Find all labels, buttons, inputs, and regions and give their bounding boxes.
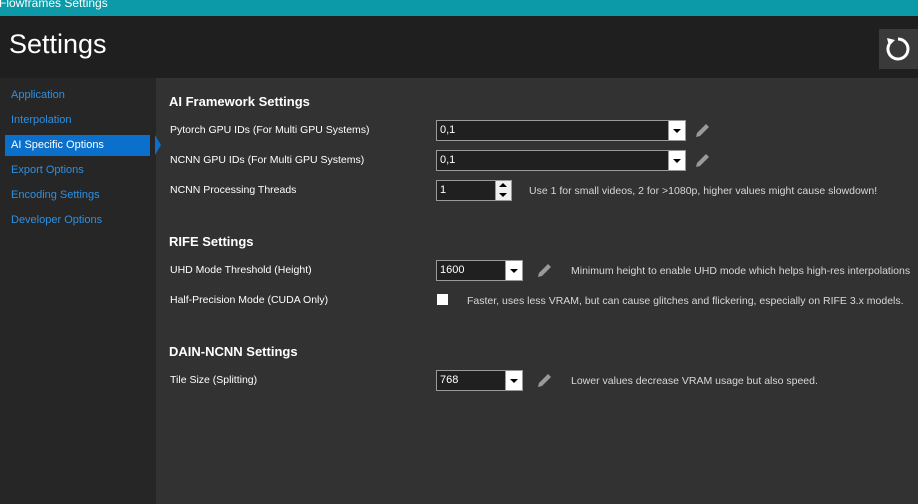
chevron-up-icon[interactable] — [499, 183, 507, 187]
sidebar-item-interpolation[interactable]: Interpolation — [5, 110, 150, 131]
sidebar-item-label: Interpolation — [11, 114, 72, 126]
stepper-buttons — [495, 181, 511, 200]
half-precision-checkbox[interactable] — [437, 294, 448, 305]
half-precision-hint: Faster, uses less VRAM, but can cause gl… — [467, 295, 904, 307]
ncnn-gpu-value: 0,1 — [440, 154, 456, 166]
sidebar-item-label: AI Specific Options — [11, 139, 104, 151]
uhd-threshold-hint: Minimum height to enable UHD mode which … — [571, 265, 911, 277]
sidebar-item-ai-specific-options[interactable]: AI Specific Options — [5, 135, 161, 156]
chevron-down-icon[interactable] — [499, 193, 507, 197]
ncnn-gpu-dropdown[interactable]: 0,1 — [436, 150, 686, 171]
window-title: Flowframes Settings — [0, 0, 108, 10]
tile-size-edit-pencil-icon[interactable] — [536, 371, 554, 389]
ncnn-threads-label: NCNN Processing Threads — [170, 184, 297, 196]
page-title: Settings — [9, 29, 107, 59]
settings-sidebar: Application Interpolation AI Specific Op… — [0, 78, 161, 504]
sidebar-item-label: Export Options — [11, 164, 84, 176]
page-header: Settings — [0, 16, 918, 78]
section-title-dain: DAIN-NCNN Settings — [169, 344, 298, 359]
uhd-threshold-edit-pencil-icon[interactable] — [536, 261, 554, 279]
sidebar-item-export-options[interactable]: Export Options — [5, 160, 150, 181]
section-title-ai-framework: AI Framework Settings — [169, 94, 310, 109]
pytorch-gpu-edit-pencil-icon[interactable] — [694, 121, 712, 139]
tile-size-label: Tile Size (Splitting) — [170, 374, 258, 386]
sidebar-item-developer-options[interactable]: Developer Options — [5, 210, 150, 231]
pytorch-gpu-label: Pytorch GPU IDs (For Multi GPU Systems) — [170, 124, 370, 136]
refresh-icon — [886, 37, 910, 61]
chevron-down-icon[interactable] — [668, 121, 685, 140]
ncnn-threads-value: 1 — [440, 184, 447, 196]
pytorch-gpu-value: 0,1 — [440, 124, 456, 136]
tile-size-hint: Lower values decrease VRAM usage but als… — [571, 375, 818, 387]
uhd-threshold-dropdown[interactable]: 1600 — [436, 260, 523, 281]
sidebar-item-application[interactable]: Application — [5, 85, 150, 106]
ncnn-gpu-edit-pencil-icon[interactable] — [694, 151, 712, 169]
sidebar-item-encoding-settings[interactable]: Encoding Settings — [5, 185, 150, 206]
ncnn-gpu-label: NCNN GPU IDs (For Multi GPU Systems) — [170, 154, 365, 166]
half-precision-label: Half-Precision Mode (CUDA Only) — [170, 294, 329, 306]
tile-size-value: 768 — [440, 374, 459, 386]
section-title-rife: RIFE Settings — [169, 234, 254, 249]
tile-size-dropdown[interactable]: 768 — [436, 370, 523, 391]
refresh-button[interactable] — [879, 29, 918, 69]
uhd-threshold-value: 1600 — [440, 264, 465, 276]
ncnn-threads-hint: Use 1 for small videos, 2 for >1080p, hi… — [529, 185, 878, 197]
active-indicator — [155, 135, 161, 155]
sidebar-item-label: Application — [11, 89, 65, 101]
window-titlebar: Flowframes Settings — [0, 0, 918, 16]
uhd-threshold-label: UHD Mode Threshold (Height) — [170, 264, 312, 276]
sidebar-item-label: Developer Options — [11, 214, 103, 226]
sidebar-item-label: Encoding Settings — [11, 189, 100, 201]
pytorch-gpu-dropdown[interactable]: 0,1 — [436, 120, 686, 141]
chevron-down-icon[interactable] — [505, 261, 522, 280]
chevron-down-icon[interactable] — [505, 371, 522, 390]
ncnn-threads-stepper[interactable]: 1 — [436, 180, 512, 201]
chevron-down-icon[interactable] — [668, 151, 685, 170]
